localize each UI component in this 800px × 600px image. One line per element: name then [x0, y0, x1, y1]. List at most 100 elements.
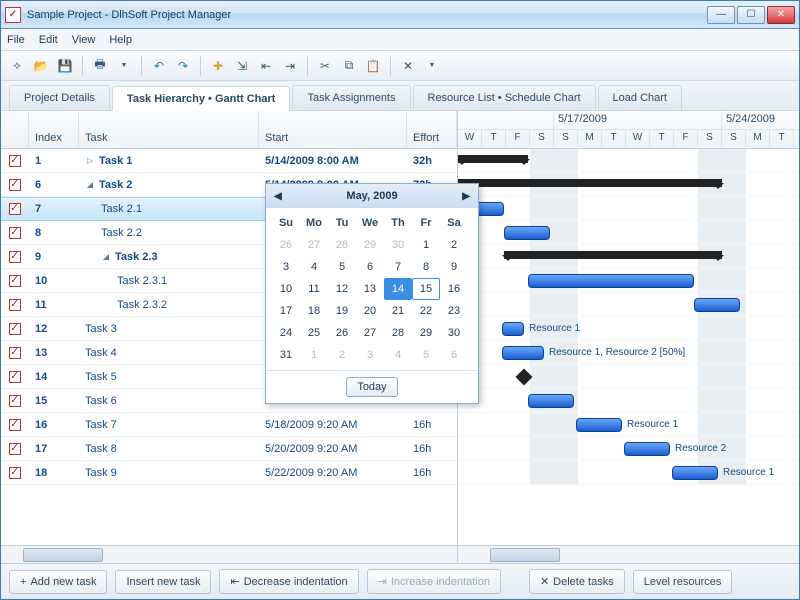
- delete-dd-icon[interactable]: ▼: [422, 56, 442, 76]
- tab[interactable]: Load Chart: [598, 85, 682, 110]
- close-button[interactable]: ✕: [767, 6, 795, 24]
- prev-month-button[interactable]: ◀: [274, 191, 282, 202]
- calendar-day[interactable]: 12: [328, 278, 356, 300]
- expander-icon[interactable]: ◢: [85, 180, 95, 190]
- calendar-day[interactable]: 20: [356, 300, 384, 322]
- check-icon[interactable]: [9, 323, 21, 335]
- calendar-day[interactable]: 26: [328, 322, 356, 344]
- calendar-day[interactable]: 1: [300, 344, 328, 366]
- cell-start[interactable]: 5/18/2009 9:20 AM: [259, 419, 407, 431]
- calendar-day[interactable]: 2: [440, 234, 468, 256]
- check-icon[interactable]: [9, 347, 21, 359]
- tab[interactable]: Task Assignments: [292, 85, 410, 110]
- gantt-bar[interactable]: Resource 1: [576, 418, 622, 432]
- calendar-day[interactable]: 6: [440, 344, 468, 366]
- calendar-day[interactable]: 24: [272, 322, 300, 344]
- cell-start[interactable]: 5/20/2009 9:20 AM: [259, 443, 407, 455]
- save-icon[interactable]: 💾: [55, 56, 75, 76]
- calendar-day[interactable]: 28: [384, 322, 412, 344]
- footer-button[interactable]: ⇤Decrease indentation: [219, 569, 358, 594]
- check-icon[interactable]: [9, 251, 21, 263]
- menu-file[interactable]: File: [7, 34, 25, 46]
- gantt-bar[interactable]: Resource 1: [502, 322, 524, 336]
- tab[interactable]: Project Details: [9, 85, 110, 110]
- calendar-day[interactable]: 27: [300, 234, 328, 256]
- menu-edit[interactable]: Edit: [39, 34, 58, 46]
- gantt-bar[interactable]: [528, 394, 574, 408]
- col-effort[interactable]: Effort: [407, 111, 457, 148]
- tab[interactable]: Task Hierarchy • Gantt Chart: [112, 86, 291, 111]
- calendar-day[interactable]: 29: [412, 322, 440, 344]
- calendar-day[interactable]: 13: [356, 278, 384, 300]
- calendar-day[interactable]: 8: [412, 256, 440, 278]
- footer-button[interactable]: +Add new task: [9, 570, 107, 594]
- gantt-body[interactable]: Resource 1 Resource 1, Resource 2 [50%] Re…: [458, 149, 799, 545]
- calendar-day[interactable]: 19: [328, 300, 356, 322]
- col-start[interactable]: Start: [259, 111, 407, 148]
- check-icon[interactable]: [9, 419, 21, 431]
- print-icon[interactable]: 🖶: [90, 56, 110, 76]
- calendar-day[interactable]: 23: [440, 300, 468, 322]
- calendar-day[interactable]: 22: [412, 300, 440, 322]
- gantt-bar[interactable]: Resource 1, Resource 2 [50%]: [502, 346, 544, 360]
- menu-help[interactable]: Help: [109, 34, 132, 46]
- paste-icon[interactable]: 📋: [363, 56, 383, 76]
- cell-start[interactable]: 5/22/2009 9:20 AM: [259, 467, 407, 479]
- check-icon[interactable]: [9, 227, 21, 239]
- check-icon[interactable]: [9, 275, 21, 287]
- calendar-day[interactable]: 16: [440, 278, 468, 300]
- calendar-day[interactable]: 26: [272, 234, 300, 256]
- calendar-day[interactable]: 27: [356, 322, 384, 344]
- today-button[interactable]: Today: [346, 377, 397, 397]
- next-month-button[interactable]: ▶: [462, 191, 470, 202]
- gantt-bar[interactable]: [458, 155, 528, 163]
- calendar-day[interactable]: 10: [272, 278, 300, 300]
- gantt-bar[interactable]: [528, 274, 694, 288]
- calendar-day[interactable]: 3: [272, 256, 300, 278]
- calendar-day[interactable]: 17: [272, 300, 300, 322]
- col-task[interactable]: Task: [79, 111, 259, 148]
- calendar-day[interactable]: 2: [328, 344, 356, 366]
- calendar-day[interactable]: 30: [440, 322, 468, 344]
- new-icon[interactable]: ✧: [7, 56, 27, 76]
- gantt-hscroll[interactable]: [458, 545, 799, 563]
- check-icon[interactable]: [9, 371, 21, 383]
- milestone[interactable]: [516, 369, 533, 386]
- calendar-day[interactable]: 11: [300, 278, 328, 300]
- outdent-icon[interactable]: ⇤: [256, 56, 276, 76]
- grid-hscroll[interactable]: [1, 545, 457, 563]
- undo-icon[interactable]: ↶: [149, 56, 169, 76]
- delete-icon[interactable]: ✕: [398, 56, 418, 76]
- table-row[interactable]: 16Task 75/18/2009 9:20 AM16h: [1, 413, 457, 437]
- calendar-day[interactable]: 5: [328, 256, 356, 278]
- footer-button[interactable]: Level resources: [633, 570, 733, 594]
- copy-icon[interactable]: ⧉: [339, 56, 359, 76]
- calendar-day[interactable]: 15: [412, 278, 440, 300]
- check-icon[interactable]: [9, 395, 21, 407]
- table-row[interactable]: 17Task 85/20/2009 9:20 AM16h: [1, 437, 457, 461]
- gantt-bar[interactable]: [504, 226, 550, 240]
- calendar-day[interactable]: 6: [356, 256, 384, 278]
- tab[interactable]: Resource List • Schedule Chart: [413, 85, 596, 110]
- footer-button[interactable]: ✕Delete tasks: [529, 569, 625, 594]
- expander-icon[interactable]: ▷: [85, 156, 95, 166]
- cut-icon[interactable]: ✂: [315, 56, 335, 76]
- minimize-button[interactable]: —: [707, 6, 735, 24]
- calendar-day[interactable]: 21: [384, 300, 412, 322]
- table-row[interactable]: 1▷Task 15/14/2009 8:00 AM32h: [1, 149, 457, 173]
- col-check[interactable]: [1, 111, 29, 148]
- insert-task-icon[interactable]: ⇲: [232, 56, 252, 76]
- gantt-bar[interactable]: [504, 251, 722, 259]
- calendar-day[interactable]: 28: [328, 234, 356, 256]
- table-row[interactable]: 18Task 95/22/2009 9:20 AM16h: [1, 461, 457, 485]
- footer-button[interactable]: Insert new task: [115, 570, 211, 594]
- col-index[interactable]: Index: [29, 111, 79, 148]
- check-icon[interactable]: [9, 155, 21, 167]
- check-icon[interactable]: [9, 179, 21, 191]
- gantt-bar[interactable]: [694, 298, 740, 312]
- check-icon[interactable]: [9, 443, 21, 455]
- redo-icon[interactable]: ↷: [173, 56, 193, 76]
- calendar-day[interactable]: 25: [300, 322, 328, 344]
- calendar-day[interactable]: 7: [384, 256, 412, 278]
- menu-view[interactable]: View: [72, 34, 96, 46]
